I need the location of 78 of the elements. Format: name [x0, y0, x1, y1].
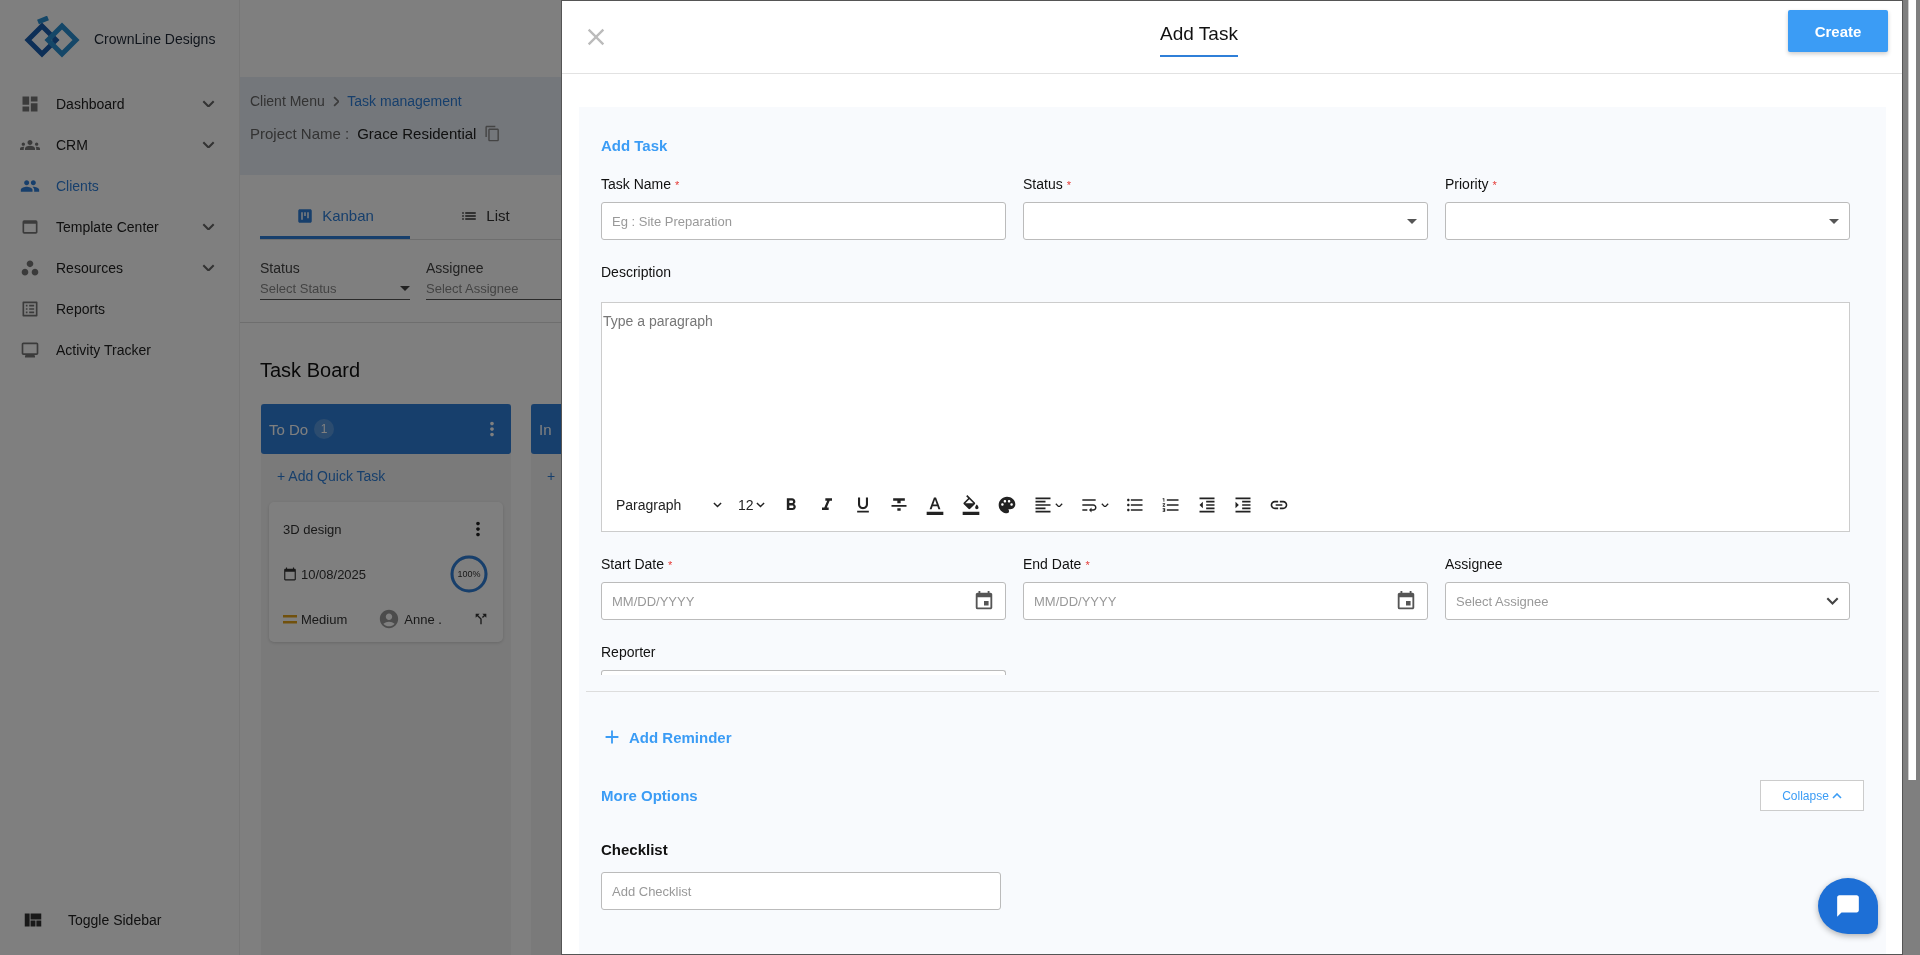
date-field[interactable]: MM/DD/YYYY [1023, 582, 1428, 620]
checklist-field[interactable]: Add Checklist [601, 872, 1001, 910]
project-name: Grace Residential [357, 125, 477, 142]
filter-label: Status [260, 260, 301, 276]
create-button[interactable]: Create [1788, 10, 1888, 52]
chevron-down-icon [1054, 502, 1063, 508]
dropdown-icon [400, 286, 410, 291]
brand-name: CrownLine Designs [94, 30, 216, 47]
field-label: End Date * [1023, 556, 1091, 572]
chevron-down-icon [202, 222, 215, 231]
task-title: 3D design [283, 521, 342, 537]
nav-item[interactable]: Activity Tracker [0, 329, 239, 370]
drawer-title: Add Task [1160, 23, 1238, 57]
nav-item[interactable]: Clients [0, 165, 239, 206]
priority-icon [283, 614, 297, 624]
collapse-button[interactable]: Collapse [1760, 780, 1864, 811]
filter-label: Assignee [426, 260, 485, 276]
chevron-right-icon [332, 95, 340, 107]
avatar-icon [378, 608, 401, 630]
board-icon [296, 206, 315, 225]
project-label: Project Name : [250, 125, 350, 142]
chevron-down-icon [713, 502, 722, 508]
progress-ring: 100% [449, 554, 489, 594]
nav-item[interactable]: Template Center [0, 206, 239, 247]
nav-item[interactable]: Dashboard [0, 83, 239, 124]
text-field[interactable]: Eg : Site Preparation [601, 202, 1006, 240]
chevron-down-icon [755, 502, 765, 508]
chevron-down-icon [202, 263, 215, 272]
section-title: Add Task [601, 137, 669, 154]
add-quick-task-link[interactable]: + Add Quick Task [261, 454, 511, 496]
column-title: In [539, 420, 552, 438]
calendar-icon [1395, 590, 1417, 612]
select-field[interactable]: Select Assignee [1445, 582, 1850, 620]
block-type-select[interactable]: Paragraph [614, 495, 724, 515]
text-color-icon [924, 495, 945, 515]
field-label: Start Date * [601, 556, 674, 572]
breadcrumb-link[interactable]: Client Menu [250, 93, 325, 109]
chevron-up-icon [1831, 792, 1842, 799]
chevron-down-icon [1826, 597, 1839, 605]
font-size-select[interactable]: 12 [736, 495, 767, 515]
chevron-down-icon [202, 140, 215, 149]
filter-select[interactable]: Select Status [260, 278, 410, 300]
due-date: 10/08/2025 [283, 566, 367, 582]
palette-icon [996, 495, 1017, 515]
calendar-icon [283, 567, 297, 581]
field-label: Priority * [1445, 176, 1498, 192]
view-tab[interactable]: List [410, 195, 560, 239]
field-label: Status * [1023, 176, 1072, 192]
calendar-icon [973, 590, 995, 612]
breadcrumb-link[interactable]: Task management [347, 93, 462, 109]
paint-bucket-icon [960, 495, 981, 515]
nav-item[interactable]: Resources [0, 247, 239, 288]
nav-item[interactable]: CRM [0, 124, 239, 165]
text-editor[interactable]: Type a paragraph Paragraph 12 [601, 302, 1850, 532]
add-reminder-button[interactable]: Add Reminder [601, 726, 732, 748]
field-label: Task Name * [601, 176, 681, 192]
dropdown-icon [1407, 218, 1417, 224]
field-label: Assignee [1445, 556, 1504, 572]
date-field[interactable]: MM/DD/YYYY [601, 582, 1006, 620]
chevron-down-icon [1100, 502, 1109, 508]
nav-item[interactable]: Reports [0, 288, 239, 329]
field-label: Reporter [601, 644, 657, 660]
board-title: Task Board [260, 359, 362, 382]
column-title: To Do [269, 420, 309, 438]
field-label: Description [601, 264, 673, 280]
toggle-sidebar-button[interactable]: Toggle Sidebar [0, 885, 239, 955]
branch-icon[interactable] [473, 611, 489, 627]
select-field[interactable] [1445, 202, 1850, 240]
chat-icon [1835, 893, 1861, 919]
dropdown-icon [1829, 218, 1839, 224]
priority-label: Medium [283, 611, 348, 627]
more-options-title: More Options [601, 787, 698, 804]
numbered-list-icon [1160, 495, 1181, 515]
checklist-label: Checklist [601, 841, 669, 858]
select-field[interactable] [1023, 202, 1428, 240]
view-tab[interactable]: Kanban [260, 195, 410, 239]
chevron-down-icon [202, 99, 215, 108]
assignee-name: Anne . [378, 608, 442, 630]
